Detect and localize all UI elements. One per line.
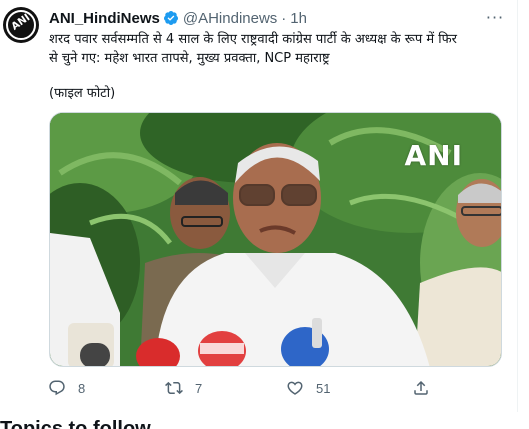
- share-button[interactable]: [412, 376, 442, 400]
- reply-button[interactable]: 8: [48, 376, 85, 400]
- tweet-header: ANI_HindiNews @AHindinews · 1h: [49, 9, 307, 27]
- topics-to-follow-heading: Topics to follow: [0, 418, 151, 429]
- tweet-text-line-1: शरद पवार सर्वसम्मति से 4 साल के लिए राष्…: [49, 32, 457, 47]
- tweet-text-line-2: से चुने गए: महेश भारत तापसे, मुख्य प्रवक…: [49, 51, 330, 66]
- verified-badge-icon: [163, 11, 178, 25]
- reply-count: 8: [78, 380, 86, 396]
- share-icon: [414, 380, 428, 395]
- author-handle[interactable]: @AHindinews: [183, 10, 277, 27]
- retweet-button[interactable]: 7: [165, 376, 202, 400]
- separator-dot: ·: [281, 9, 287, 27]
- tweet-timestamp[interactable]: 1h: [290, 10, 307, 27]
- retweet-count: 7: [195, 380, 203, 396]
- author-name[interactable]: ANI_HindiNews: [49, 10, 160, 27]
- media-watermark: ANI: [404, 139, 463, 172]
- like-count: 51: [316, 380, 331, 396]
- heart-icon: [287, 381, 303, 395]
- avatar[interactable]: ANI: [3, 7, 39, 43]
- tweet-text: शरद पवार सर्वसम्मति से 4 साल के लिए राष्…: [49, 30, 504, 68]
- like-button[interactable]: 51: [286, 376, 330, 400]
- tweet-caption: (फाइल फोटो): [49, 86, 116, 101]
- tweet[interactable]: ANI ANI_HindiNews @AHindinews · 1h ··· श…: [0, 0, 518, 412]
- retweet-icon: [165, 381, 183, 395]
- tweet-actions: 8 7 51: [44, 376, 464, 400]
- more-icon[interactable]: ···: [485, 8, 505, 27]
- reply-icon: [49, 380, 65, 396]
- tweet-photo[interactable]: ANI: [49, 112, 502, 367]
